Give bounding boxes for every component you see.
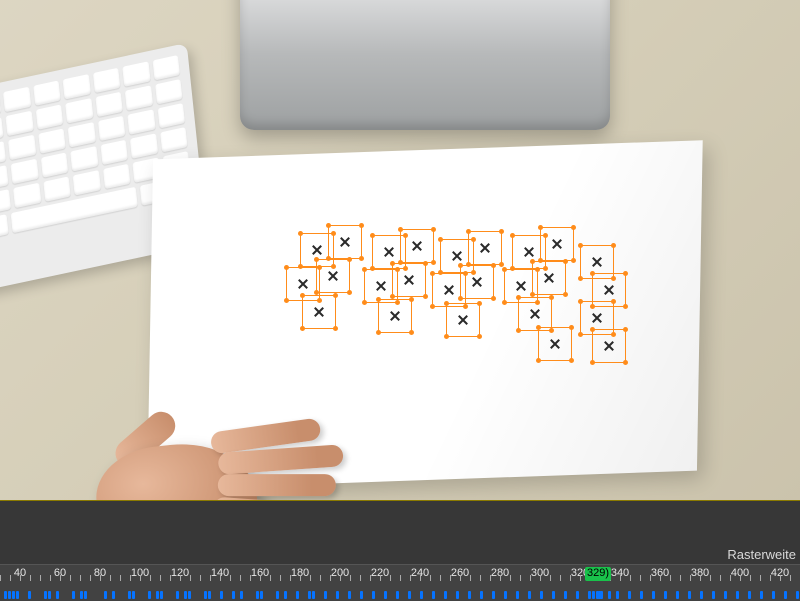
keyframe-marker[interactable]	[184, 591, 187, 599]
keyframe-marker[interactable]	[652, 591, 655, 599]
grid-width-label: Rasterweite	[727, 547, 796, 562]
keyframe-marker[interactable]	[4, 591, 7, 599]
keyframe-marker[interactable]	[84, 591, 87, 599]
keyframe-marker[interactable]	[468, 591, 471, 599]
timeline-playhead[interactable]: 329)	[585, 567, 611, 581]
keyframe-marker[interactable]	[132, 591, 135, 599]
keyframe-marker[interactable]	[384, 591, 387, 599]
keyframe-marker[interactable]	[516, 591, 519, 599]
keyframe-marker[interactable]	[608, 591, 611, 599]
keyframe-marker[interactable]	[688, 591, 691, 599]
timeline-ticks: 4060801001201401601802002202402602803003…	[0, 567, 800, 581]
keyframe-marker[interactable]	[784, 591, 787, 599]
keyframe-marker[interactable]	[564, 591, 567, 599]
keyframe-marker[interactable]	[628, 591, 631, 599]
keyframe-marker[interactable]	[8, 591, 11, 599]
keyframe-marker[interactable]	[28, 591, 31, 599]
keyframe-marker[interactable]	[748, 591, 751, 599]
keyframe-marker[interactable]	[588, 591, 591, 599]
keyframe-marker[interactable]	[80, 591, 83, 599]
keyframe-marker[interactable]	[204, 591, 207, 599]
keyframe-marker[interactable]	[112, 591, 115, 599]
keyframe-marker[interactable]	[104, 591, 107, 599]
keyframe-marker[interactable]	[640, 591, 643, 599]
keyframe-marker[interactable]	[312, 591, 315, 599]
keyframe-marker[interactable]	[160, 591, 163, 599]
keyframe-marker[interactable]	[480, 591, 483, 599]
keyframe-marker[interactable]	[324, 591, 327, 599]
keyframe-marker[interactable]	[796, 591, 799, 599]
monitor-stand	[240, 0, 610, 130]
keyframe-marker[interactable]	[220, 591, 223, 599]
timeline-keyframe-band[interactable]	[0, 585, 800, 601]
keyframe-marker[interactable]	[240, 591, 243, 599]
timeline-ruler[interactable]: 4060801001201401601802002202402602803003…	[0, 564, 800, 601]
keyframe-marker[interactable]	[408, 591, 411, 599]
keyframe-marker[interactable]	[276, 591, 279, 599]
keyframe-marker[interactable]	[56, 591, 59, 599]
keyframe-marker[interactable]	[616, 591, 619, 599]
keyframe-marker[interactable]	[296, 591, 299, 599]
video-viewport[interactable]	[0, 0, 800, 500]
keyframe-marker[interactable]	[372, 591, 375, 599]
keyframe-marker[interactable]	[528, 591, 531, 599]
timeline-panel: Rasterweite 4060801001201401601802002202…	[0, 500, 800, 601]
keyframe-marker[interactable]	[736, 591, 739, 599]
keyframe-marker[interactable]	[128, 591, 131, 599]
keyframe-marker[interactable]	[712, 591, 715, 599]
keyframe-marker[interactable]	[72, 591, 75, 599]
keyframe-marker[interactable]	[48, 591, 51, 599]
keyframe-marker[interactable]	[600, 591, 603, 599]
keyframe-marker[interactable]	[540, 591, 543, 599]
keyframe-marker[interactable]	[308, 591, 311, 599]
keyframe-marker[interactable]	[504, 591, 507, 599]
keyframe-marker[interactable]	[420, 591, 423, 599]
keyframe-marker[interactable]	[772, 591, 775, 599]
keyframe-marker[interactable]	[232, 591, 235, 599]
keyframe-marker[interactable]	[188, 591, 191, 599]
keyframe-marker[interactable]	[176, 591, 179, 599]
keyframe-marker[interactable]	[592, 591, 595, 599]
keyframe-marker[interactable]	[208, 591, 211, 599]
keyframe-marker[interactable]	[552, 591, 555, 599]
keyframe-marker[interactable]	[336, 591, 339, 599]
keyframe-marker[interactable]	[16, 591, 19, 599]
keyframe-marker[interactable]	[760, 591, 763, 599]
keyframe-marker[interactable]	[360, 591, 363, 599]
keyframe-marker[interactable]	[456, 591, 459, 599]
keyframe-marker[interactable]	[444, 591, 447, 599]
keyframe-marker[interactable]	[256, 591, 259, 599]
keyframe-marker[interactable]	[664, 591, 667, 599]
keyframe-marker[interactable]	[348, 591, 351, 599]
keyframe-marker[interactable]	[156, 591, 159, 599]
keyframe-marker[interactable]	[676, 591, 679, 599]
keyframe-marker[interactable]	[724, 591, 727, 599]
keyframe-marker[interactable]	[576, 591, 579, 599]
keyframe-marker[interactable]	[12, 591, 15, 599]
keyframe-marker[interactable]	[44, 591, 47, 599]
keyframe-marker[interactable]	[700, 591, 703, 599]
keyframe-marker[interactable]	[492, 591, 495, 599]
keyframe-marker[interactable]	[432, 591, 435, 599]
keyframe-marker[interactable]	[284, 591, 287, 599]
keyframe-marker[interactable]	[148, 591, 151, 599]
keyframe-marker[interactable]	[396, 591, 399, 599]
keyframe-marker[interactable]	[260, 591, 263, 599]
